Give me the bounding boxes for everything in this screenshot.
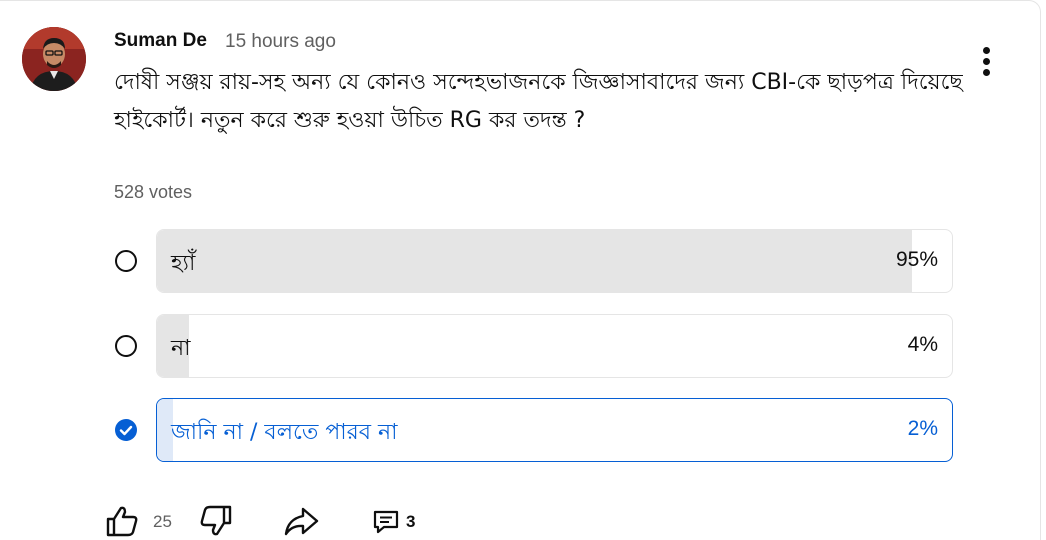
comments-button[interactable]: 3 [372,498,432,540]
radio-button-checked[interactable] [115,419,137,441]
poll-option-bar[interactable]: জানি না / বলতে পারব না 2% [156,398,953,462]
poll-option-percent: 2% [907,417,938,440]
action-bar: 25 3 [0,498,1046,540]
poll-option-label: জানি না / বলতে পারব না [171,420,398,445]
checkmark-icon [119,425,133,436]
poll-option-label: না [171,336,191,361]
poll-option-fill [157,230,913,292]
thumbs-up-icon [106,506,138,537]
poll-option-label: হ্যাঁ [171,251,196,276]
poll-option-dont-know[interactable]: জানি না / বলতে পারব না 2% [110,398,955,462]
more-options-button[interactable] [970,42,1002,82]
poll-option-percent: 95% [895,248,938,271]
more-vertical-icon-dot [983,47,990,54]
more-vertical-icon-dot [983,69,990,76]
radio-button[interactable] [115,335,137,357]
comment-count: 3 [406,512,416,531]
poll-option-bar[interactable]: না 4% [156,314,953,378]
poll-option-bar[interactable]: হ্যাঁ 95% [156,229,953,293]
poll-option-percent: 4% [907,333,938,356]
avatar-image [22,27,86,91]
comment-icon [373,510,399,534]
more-vertical-icon-dot [983,58,990,65]
poll-option-no[interactable]: না 4% [110,314,955,378]
post-time: 15 hours ago [225,31,336,52]
dislike-button[interactable] [198,498,238,540]
poll-question: দোষী সঞ্জয় রায়-সহ অন্য যে কোনও সন্দেহভ… [114,70,963,133]
author-name[interactable]: Suman De [114,30,207,52]
poll-option-yes[interactable]: হ্যাঁ 95% [110,229,955,293]
share-icon [284,507,319,536]
like-button[interactable]: 25 [104,498,178,540]
poll-post-card: Suman De 15 hours ago দোষী সঞ্জয় রায়-স… [0,0,1046,540]
radio-button[interactable] [115,250,137,272]
avatar[interactable] [22,27,86,91]
vote-count: 528 votes [114,182,193,202]
thumbs-down-icon [200,505,232,536]
like-count: 25 [153,512,172,531]
share-button[interactable] [282,498,322,540]
